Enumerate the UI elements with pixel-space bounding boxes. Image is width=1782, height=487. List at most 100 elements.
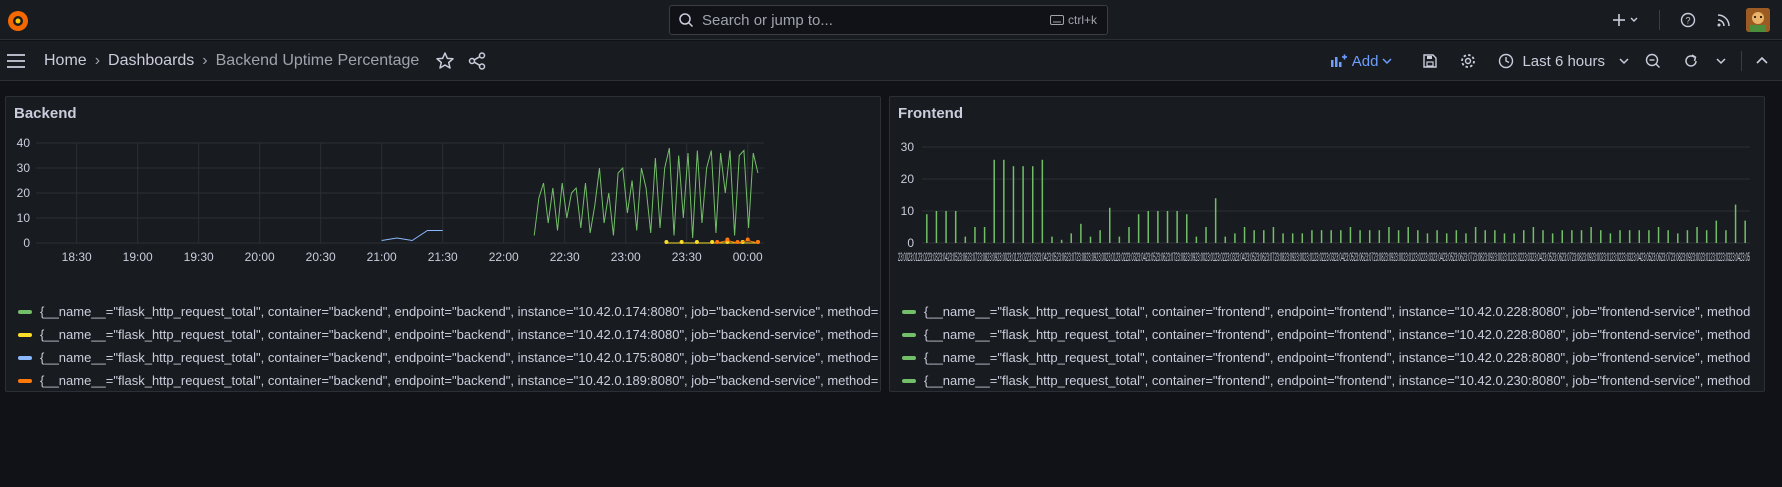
page-title: Backend Uptime Percentage: [215, 52, 420, 69]
keyboard-icon: [1049, 15, 1064, 25]
bar: [1291, 233, 1294, 243]
bar: [1407, 227, 1409, 243]
bar: [1513, 233, 1515, 243]
bar: [1590, 227, 1592, 243]
save-icon: [1423, 54, 1438, 68]
bar: [1176, 211, 1178, 243]
divider: [1659, 10, 1660, 30]
bar: [1311, 230, 1313, 243]
bar: [1619, 230, 1621, 243]
bar: [993, 159, 995, 243]
legend-item[interactable]: {__name__="flask_http_request_total", co…: [18, 323, 880, 346]
frontend-bar-chart[interactable]: 0 10 20 30 23:0023:0123:0223:0323:0423:0523:…: [890, 137, 1765, 297]
bar: [1099, 230, 1101, 243]
panel-title: Frontend: [898, 105, 963, 122]
x-tick-label: 21:00: [367, 250, 397, 264]
bar: [935, 211, 938, 243]
divider: [1741, 51, 1742, 71]
bar: [1051, 236, 1053, 243]
legend-item[interactable]: {__name__="flask_http_request_total", co…: [18, 369, 880, 391]
add-panel-icon: [1330, 54, 1347, 67]
series-point: [679, 240, 684, 244]
search-icon: [679, 13, 694, 28]
refresh-button[interactable]: [1677, 47, 1705, 75]
legend-label: {__name__="flask_http_request_total", co…: [924, 350, 1751, 365]
chevron-down-icon: [1619, 58, 1629, 65]
legend-label: {__name__="flask_http_request_total", co…: [40, 373, 879, 388]
legend-item[interactable]: {__name__="flask_http_request_total", co…: [18, 346, 880, 369]
legend-swatch: [18, 355, 32, 360]
series-point: [694, 240, 699, 244]
breadcrumb-home[interactable]: Home: [44, 52, 87, 70]
bar: [1436, 230, 1438, 243]
plus-icon: [1613, 14, 1638, 26]
legend-item[interactable]: {__name__="flask_http_request_total", co…: [902, 369, 1764, 391]
bar: [1734, 204, 1737, 243]
bar: [1070, 233, 1072, 243]
bar: [1330, 230, 1332, 243]
dashboard-nav-bar: Home › Dashboards › Backend Uptime Perce…: [0, 41, 1782, 81]
bar: [1600, 230, 1602, 243]
bar: [1571, 230, 1573, 243]
help-button[interactable]: ?: [1674, 6, 1702, 34]
chevron-up-icon: [1756, 56, 1768, 64]
bar: [1022, 166, 1024, 243]
chevron-down-icon: [1382, 58, 1392, 65]
legend-label: {__name__="flask_http_request_total", co…: [40, 350, 879, 365]
new-menu-button[interactable]: [1609, 6, 1645, 34]
x-tick-label: 19:00: [123, 250, 153, 264]
bar: [1696, 227, 1698, 243]
legend-swatch: [18, 332, 32, 337]
refresh-interval-button[interactable]: [1707, 47, 1735, 75]
chevron-down-icon: [1716, 58, 1726, 65]
backend-timeseries-chart[interactable]: 0 10 20 30 40 18:30 19:00 19:30 20:00 20:30 21:00 2…: [6, 137, 881, 297]
bar: [1542, 230, 1544, 243]
breadcrumb-separator: ›: [94, 52, 101, 69]
bar: [1205, 227, 1207, 243]
series-point: [664, 240, 669, 244]
panel-backend[interactable]: Backend 0 10 20 30 40 18:30 19:00 19:30 20:00 20:…: [5, 96, 881, 392]
y-tick-label: 40: [17, 137, 31, 150]
save-dashboard-button[interactable]: [1416, 47, 1444, 75]
add-button[interactable]: Add: [1324, 53, 1399, 70]
bar: [1157, 211, 1159, 243]
legend-item[interactable]: {__name__="flask_http_request_total", co…: [902, 346, 1764, 369]
series-point: [735, 240, 740, 244]
bar: [1320, 230, 1323, 243]
y-tick-label: 30: [901, 140, 915, 154]
grafana-logo-icon[interactable]: [6, 9, 30, 33]
bar: [1648, 230, 1650, 243]
share-icon[interactable]: [467, 51, 487, 71]
bar: [1705, 230, 1708, 243]
news-button[interactable]: [1710, 6, 1738, 34]
shortcut-label: ctrl+k: [1067, 13, 1097, 27]
legend-item[interactable]: {__name__="flask_http_request_total", co…: [902, 300, 1764, 323]
legend-item[interactable]: {__name__="flask_http_request_total", co…: [902, 323, 1764, 346]
bar: [1031, 166, 1034, 243]
menu-icon[interactable]: [6, 51, 26, 71]
star-icon[interactable]: [435, 51, 455, 71]
bar: [1368, 230, 1371, 243]
x-tick-label: 22:00: [489, 250, 519, 264]
bar: [1580, 230, 1583, 243]
search-input[interactable]: Search or jump to... ctrl+k: [669, 5, 1108, 35]
breadcrumb-separator: ›: [202, 52, 208, 69]
user-avatar[interactable]: [1746, 8, 1770, 32]
settings-button[interactable]: [1454, 47, 1482, 75]
series-point: [725, 237, 730, 242]
legend-item[interactable]: {__name__="flask_http_request_total", co…: [18, 300, 880, 323]
zoom-out-icon: [1645, 53, 1660, 68]
bar: [1272, 227, 1275, 243]
bar: [1012, 166, 1015, 243]
panel-frontend[interactable]: Frontend 0 10 20 30 23:0023:0123:0223:0323:0…: [889, 96, 1765, 392]
breadcrumb-dashboards[interactable]: Dashboards: [108, 52, 194, 70]
series-point: [755, 240, 760, 244]
x-tick-label: 19:30: [184, 250, 214, 264]
y-tick-label: 0: [23, 236, 30, 250]
legend-label: {__name__="flask_http_request_total", co…: [40, 304, 879, 319]
zoom-out-button[interactable]: [1639, 47, 1667, 75]
time-range-picker[interactable]: Last 6 hours: [1492, 53, 1635, 70]
y-tick-label: 10: [901, 204, 915, 218]
collapse-button[interactable]: [1748, 47, 1776, 75]
x-tick-labels: 23:0023:0123:0223:0323:0423:0523:0623:07…: [898, 250, 1750, 264]
